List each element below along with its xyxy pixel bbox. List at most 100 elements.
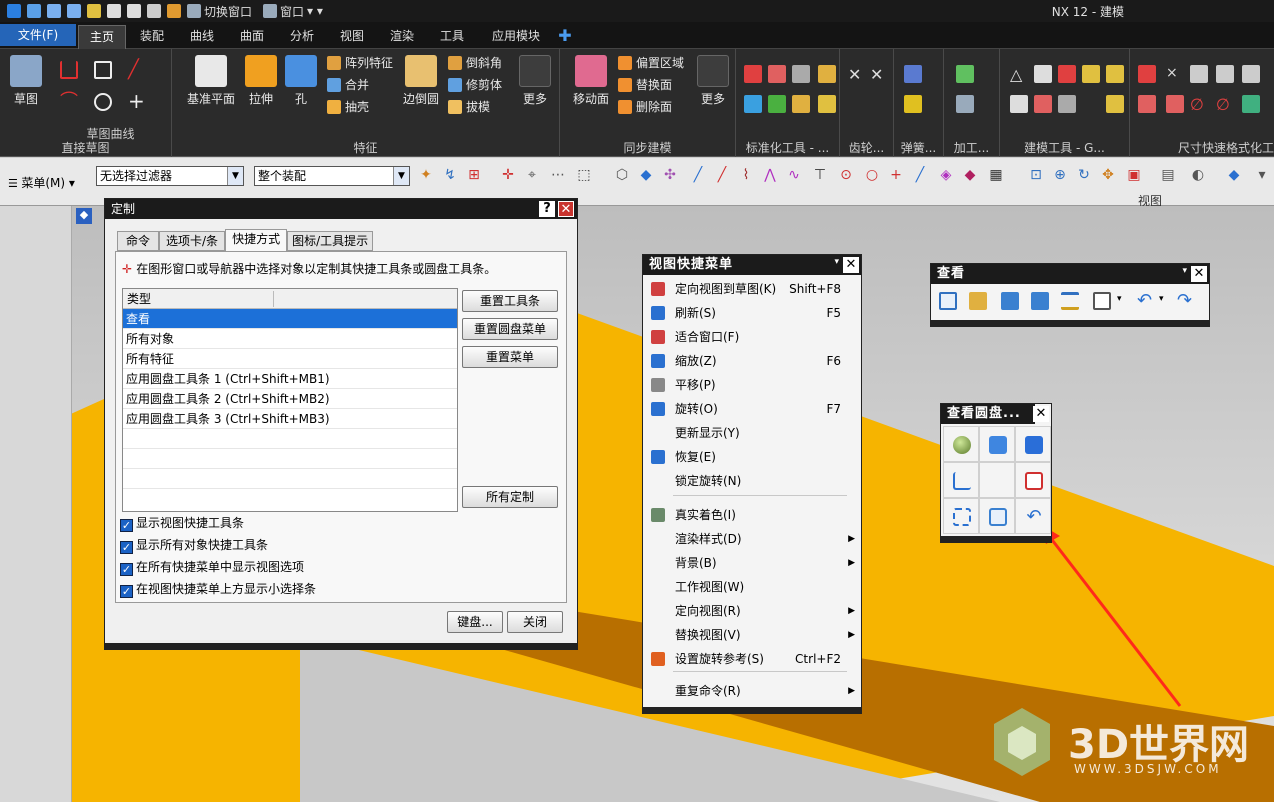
dim-9-icon[interactable]: ∅: [1216, 95, 1234, 114]
std-tool-3-icon[interactable]: [792, 65, 810, 83]
build-tool-3-icon[interactable]: [1058, 65, 1076, 83]
assembly-scope-dropdown[interactable]: 整个装配 ▼: [254, 166, 410, 186]
close-icon[interactable]: ✕: [1191, 266, 1207, 282]
menu-item[interactable]: 工作视图(W): [643, 575, 861, 599]
orient-view-button[interactable]: [1015, 462, 1051, 498]
arc-icon[interactable]: ⌒: [60, 93, 78, 111]
menu-item[interactable]: 真实着色(I): [643, 503, 861, 527]
rect-select-icon[interactable]: ⬚: [576, 167, 592, 183]
wireframe-button[interactable]: [979, 498, 1015, 534]
trim-body-button[interactable]: 修剪体: [448, 75, 502, 95]
keyboard-button[interactable]: 键盘...: [447, 611, 503, 633]
fit-button[interactable]: [943, 498, 979, 534]
list-item[interactable]: 应用圆盘工具条 1 (Ctrl+Shift+MB1): [123, 369, 457, 389]
more-view-icon[interactable]: ▾: [1254, 167, 1270, 183]
camera-icon[interactable]: ▣: [1126, 167, 1142, 183]
end-point-icon[interactable]: ╱: [714, 167, 730, 183]
reset-toolbar-button[interactable]: 重置工具条: [462, 290, 558, 312]
fit-icon[interactable]: [969, 292, 987, 310]
menu-item[interactable]: 平移(P): [643, 373, 861, 397]
show-view-options-checkbox[interactable]: ✓ 在所有快捷菜单中显示视图选项: [120, 558, 304, 576]
grid-icon[interactable]: ▦: [988, 167, 1004, 183]
tab-shortcuts[interactable]: 快捷方式: [225, 229, 288, 251]
orient-cube-icon[interactable]: ◆: [1226, 167, 1242, 183]
menu-item[interactable]: 适合窗口(F): [643, 325, 861, 349]
reset-radial-button[interactable]: 重置圆盘菜单: [462, 318, 558, 340]
build-tool-5-icon[interactable]: [1106, 65, 1124, 83]
std-tool-5-icon[interactable]: [744, 95, 762, 113]
pattern-feature-button[interactable]: 阵列特征: [327, 53, 393, 73]
machining-2-icon[interactable]: [956, 95, 974, 113]
orient-icon[interactable]: [939, 292, 957, 310]
list-item[interactable]: 所有对象: [123, 329, 457, 349]
replace-face-button[interactable]: 替换面: [618, 75, 672, 95]
build-tool-4-icon[interactable]: [1082, 65, 1100, 83]
dim-6-icon[interactable]: [1138, 95, 1156, 113]
triangle-icon[interactable]: △: [1010, 65, 1028, 84]
menu-item[interactable]: 锁定旋转(N): [643, 469, 861, 493]
tab-render[interactable]: 渲染: [380, 25, 424, 49]
delete-face-button[interactable]: 删除面: [618, 97, 672, 117]
chamfer-button[interactable]: 倒斜角: [448, 53, 502, 73]
tab-tabs-bars[interactable]: 选项卡/条: [159, 231, 226, 251]
part-navigator-icon[interactable]: ◆: [76, 208, 92, 224]
pan-view-icon[interactable]: ✥: [1100, 167, 1116, 183]
more-sync-button[interactable]: 更多: [690, 53, 736, 107]
menu-item[interactable]: 背景(B) ▶: [643, 551, 861, 575]
close-icon[interactable]: ✕: [1033, 406, 1049, 422]
rectangle-icon[interactable]: [94, 61, 112, 79]
gear-1-icon[interactable]: ✕: [848, 65, 866, 84]
quadrant-icon[interactable]: ○: [864, 167, 880, 183]
measure-icon[interactable]: [1061, 292, 1079, 310]
layer-icon[interactable]: ▤: [1160, 167, 1176, 183]
edit-section-icon[interactable]: [1031, 292, 1049, 310]
menu-item[interactable]: 更新显示(Y): [643, 421, 861, 445]
selection-icon[interactable]: ⌖: [524, 167, 540, 183]
menu-item[interactable]: 刷新(S) F5: [643, 301, 861, 325]
circle-icon[interactable]: [94, 93, 112, 111]
select-all-icon[interactable]: ✦: [418, 167, 434, 183]
background-icon[interactable]: [1093, 292, 1111, 310]
copy-icon[interactable]: [107, 4, 121, 18]
show-selection-bar-checkbox[interactable]: ✓ 在视图快捷菜单上方显示小选择条: [120, 580, 316, 598]
tab-icons-tooltips[interactable]: 图标/工具提示: [287, 231, 374, 251]
tab-curve[interactable]: 曲线: [180, 25, 224, 49]
tab-application[interactable]: 应用模块: [480, 25, 552, 49]
build-tool-9-icon[interactable]: [1106, 95, 1124, 113]
snap-icon[interactable]: ✛: [500, 167, 516, 183]
menu-item[interactable]: 定向视图到草图(K) Shift+F8: [643, 277, 861, 301]
fit-view-icon[interactable]: ⊡: [1028, 167, 1044, 183]
close-button[interactable]: 关闭: [507, 611, 563, 633]
show-all-objects-checkbox[interactable]: ✓ 显示所有对象快捷工具条: [120, 536, 268, 554]
spring-2-icon[interactable]: [904, 95, 922, 113]
std-tool-2-icon[interactable]: [768, 65, 786, 83]
std-tool-4-icon[interactable]: [818, 65, 836, 83]
point-on-curve-icon[interactable]: ╱: [912, 167, 928, 183]
profile-icon[interactable]: [60, 61, 78, 79]
intersection-icon[interactable]: ⊤: [812, 167, 828, 183]
type-list[interactable]: 类型 查看 所有对象 所有特征 应用圆盘工具条 1 (Ctrl+Shift+MB…: [122, 288, 458, 512]
tab-assembly[interactable]: 装配: [130, 25, 174, 49]
toolbar-options-icon[interactable]: ▾: [1182, 266, 1187, 276]
shaded-with-edges-button[interactable]: [979, 426, 1015, 462]
cube-icon[interactable]: ◆: [638, 167, 654, 183]
arc-snap-icon[interactable]: ⌇: [738, 167, 754, 183]
lasso-icon[interactable]: ⋯: [550, 167, 566, 183]
body-filter-icon[interactable]: ⬡: [614, 167, 630, 183]
dim-1-icon[interactable]: [1138, 65, 1156, 83]
shell-button[interactable]: 抽壳: [327, 97, 369, 117]
tab-home[interactable]: 主页: [78, 25, 126, 49]
list-item[interactable]: 应用圆盘工具条 2 (Ctrl+Shift+MB2): [123, 389, 457, 409]
menu-item[interactable]: 恢复(E): [643, 445, 861, 469]
dim-4-icon[interactable]: [1216, 65, 1234, 83]
general-select-icon[interactable]: ↯: [442, 167, 458, 183]
line-snap-icon[interactable]: ╱: [690, 167, 706, 183]
menu-item[interactable]: 渲染样式(D) ▶: [643, 527, 861, 551]
chevron-down-icon[interactable]: ▾: [1117, 294, 1122, 304]
save-icon[interactable]: [27, 4, 41, 18]
build-tool-8-icon[interactable]: [1058, 95, 1076, 113]
chevron-down-icon[interactable]: ▾: [1159, 294, 1164, 304]
tab-view[interactable]: 视图: [330, 25, 374, 49]
redo-icon[interactable]: ↷: [1177, 292, 1195, 310]
repeat-command-icon[interactable]: [167, 4, 181, 18]
